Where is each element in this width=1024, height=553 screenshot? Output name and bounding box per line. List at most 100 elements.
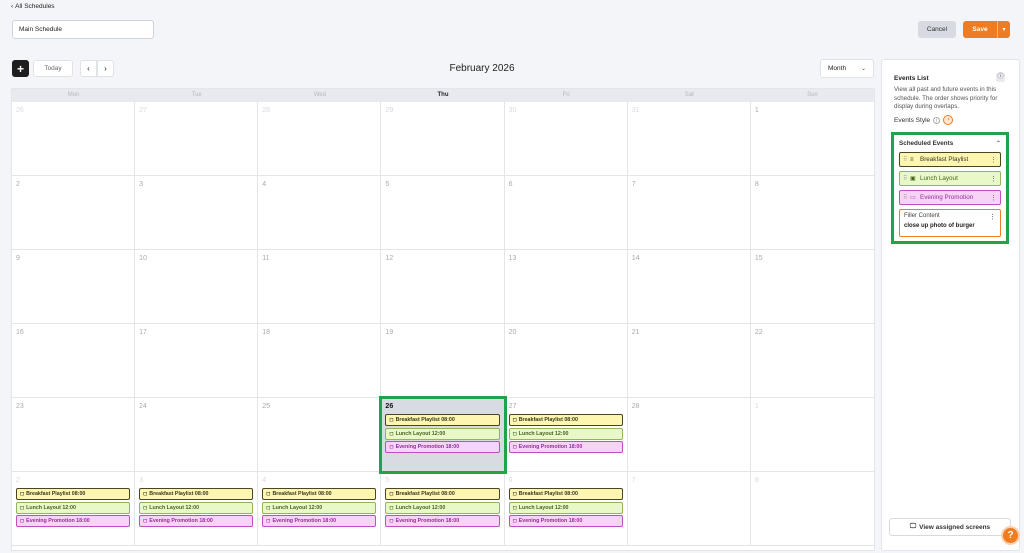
- kebab-menu-icon[interactable]: ⋮: [990, 156, 997, 164]
- back-link[interactable]: ‹ All Schedules: [11, 3, 55, 10]
- day-cell[interactable]: 28: [627, 398, 751, 472]
- save-button[interactable]: Save ▾: [963, 21, 1010, 38]
- calendar-event-label: Lunch Layout 12:00: [395, 430, 446, 437]
- day-cell[interactable]: 14: [627, 250, 751, 324]
- scheduled-events-header[interactable]: Scheduled Events ⌃: [899, 140, 1001, 147]
- save-button-label[interactable]: Save: [963, 21, 998, 38]
- scheduled-event-label: Breakfast Playlist: [920, 156, 969, 163]
- calendar-event[interactable]: ◻ Evening Promotion 18:00: [508, 441, 623, 453]
- day-cell[interactable]: 11: [258, 250, 382, 324]
- day-cell[interactable]: 13: [504, 250, 628, 324]
- calendar-event[interactable]: ◻ Breakfast Playlist 08:00: [508, 488, 623, 500]
- calendar-event[interactable]: ◻ Lunch Layout 12:00: [385, 427, 500, 440]
- events-style-toggle[interactable]: ◔: [943, 115, 954, 125]
- day-cell[interactable]: 31: [627, 102, 751, 176]
- day-cell[interactable]: 3: [135, 176, 259, 250]
- calendar-event-label: Evening Promotion 18:00: [395, 444, 460, 450]
- day-cell[interactable]: 5: [381, 176, 505, 250]
- day-cell[interactable]: 16: [12, 324, 136, 398]
- day-cell[interactable]: 1: [750, 398, 874, 472]
- kebab-menu-icon[interactable]: ⋮: [990, 175, 997, 183]
- calendar-event[interactable]: ◻ Breakfast Playlist 08:00: [16, 488, 131, 500]
- day-cell[interactable]: 27: [135, 102, 259, 176]
- day-cell[interactable]: 6 ◻ Breakfast Playlist 08:00 ◻ Lunch Layout …: [504, 472, 628, 546]
- day-cell[interactable]: 7: [627, 176, 751, 250]
- view-select-value: Month: [828, 65, 847, 72]
- calendar-event[interactable]: ◻ Breakfast Playlist 08:00: [385, 414, 500, 426]
- calendar-event[interactable]: ◻ Evening Promotion 18:00: [139, 515, 254, 527]
- calendar-event[interactable]: ◻ Evening Promotion 18:00: [385, 441, 500, 453]
- next-month-button[interactable]: ›: [97, 60, 114, 77]
- monitor-icon: 🖵: [909, 523, 917, 530]
- day-cell[interactable]: 30: [504, 102, 628, 176]
- day-cell[interactable]: 19: [381, 324, 505, 398]
- previous-month-button[interactable]: ‹: [80, 60, 97, 77]
- more-info-icon[interactable]: ⓘ: [996, 73, 1005, 82]
- info-icon[interactable]: i: [933, 116, 941, 124]
- add-event-button[interactable]: +: [12, 60, 29, 77]
- day-cell[interactable]: 27 ◻ Breakfast Playlist 08:00 ◻ Lunch Layout…: [504, 398, 628, 472]
- day-cell[interactable]: 26 ◻ Breakfast Playlist 08:00 ◻ Lunch Layout…: [379, 396, 507, 474]
- day-cell[interactable]: 2 ◻ Breakfast Playlist 08:00 ◻ Lunch Layout …: [12, 472, 136, 546]
- day-cell[interactable]: 28: [258, 102, 382, 176]
- day-cell[interactable]: 15: [750, 250, 874, 324]
- day-cell[interactable]: 4: [258, 176, 382, 250]
- calendar-event[interactable]: ◻ Breakfast Playlist 08:00: [385, 488, 500, 500]
- filler-content-value: close up photo of burger: [904, 223, 975, 229]
- day-cell[interactable]: 29: [381, 102, 505, 176]
- today-button[interactable]: Today: [33, 60, 73, 77]
- day-cell[interactable]: 17: [135, 324, 259, 398]
- day-cell[interactable]: 5 ◻ Breakfast Playlist 08:00 ◻ Lunch Layout …: [381, 472, 505, 546]
- filler-content-card[interactable]: Filler Content close up photo of burger …: [899, 209, 1001, 237]
- drag-handle-icon[interactable]: ⠿: [903, 175, 910, 182]
- help-button[interactable]: ?: [1001, 526, 1020, 545]
- day-cell[interactable]: 12: [381, 250, 505, 324]
- calendar-event[interactable]: ◻ Evening Promotion 18:00: [508, 515, 623, 527]
- day-cell[interactable]: 9: [12, 250, 136, 324]
- day-cell[interactable]: 6: [504, 176, 628, 250]
- view-assigned-screens-button[interactable]: 🖵 View assigned screens: [889, 518, 1011, 536]
- calendar-event[interactable]: ◻ Breakfast Playlist 08:00: [262, 488, 377, 500]
- chevron-down-icon[interactable]: ▾: [998, 21, 1010, 38]
- kebab-menu-icon[interactable]: ⋮: [990, 194, 997, 202]
- schedule-name-input[interactable]: [12, 20, 154, 39]
- day-cell[interactable]: 24: [135, 398, 259, 472]
- calendar-event[interactable]: ◻ Breakfast Playlist 08:00: [508, 414, 623, 426]
- view-select[interactable]: Month ⌄: [820, 59, 874, 78]
- day-cell[interactable]: 8: [750, 472, 874, 546]
- day-cell[interactable]: 26: [12, 102, 136, 176]
- drag-handle-icon[interactable]: ⠿: [903, 194, 910, 201]
- calendar-event[interactable]: ◻ Breakfast Playlist 08:00: [139, 488, 254, 500]
- day-cell[interactable]: 4 ◻ Breakfast Playlist 08:00 ◻ Lunch Layout …: [258, 472, 382, 546]
- day-cell[interactable]: 2: [12, 176, 136, 250]
- scheduled-event-item[interactable]: ⠿ ▭ Evening Promotion ⋮: [899, 190, 1001, 205]
- day-cell[interactable]: 8: [750, 176, 874, 250]
- calendar-event[interactable]: ◻ Evening Promotion 18:00: [262, 515, 377, 527]
- calendar-event[interactable]: ◻ Lunch Layout 12:00: [508, 501, 623, 514]
- calendar-event-label: Lunch Layout 12:00: [272, 504, 323, 511]
- day-cell[interactable]: 1: [750, 102, 874, 176]
- day-cell[interactable]: 3 ◻ Breakfast Playlist 08:00 ◻ Lunch Layout …: [135, 472, 259, 546]
- cancel-button[interactable]: Cancel: [918, 21, 956, 38]
- calendar-event[interactable]: ◻ Evening Promotion 18:00: [16, 515, 131, 527]
- kebab-menu-icon[interactable]: ⋮: [989, 213, 996, 221]
- calendar-event[interactable]: ◻ Lunch Layout 12:00: [16, 501, 131, 514]
- day-cell[interactable]: 21: [627, 324, 751, 398]
- day-cell[interactable]: 22: [750, 324, 874, 398]
- day-cell[interactable]: 18: [258, 324, 382, 398]
- chevron-up-icon[interactable]: ⌃: [996, 140, 1001, 147]
- calendar-event[interactable]: ◻ Lunch Layout 12:00: [508, 427, 623, 440]
- day-cell[interactable]: 7: [627, 472, 751, 546]
- day-cell[interactable]: 20: [504, 324, 628, 398]
- day-cell[interactable]: 25: [258, 398, 382, 472]
- calendar-event[interactable]: ◻ Lunch Layout 12:00: [385, 501, 500, 514]
- calendar-event[interactable]: ◻ Lunch Layout 12:00: [139, 501, 254, 514]
- calendar-event[interactable]: ◻ Lunch Layout 12:00: [262, 501, 377, 514]
- day-cell[interactable]: 23: [12, 398, 136, 472]
- day-number: 28: [631, 403, 640, 410]
- drag-handle-icon[interactable]: ⠿: [903, 156, 910, 163]
- day-cell[interactable]: 10: [135, 250, 259, 324]
- scheduled-event-item[interactable]: ⠿ ▣ Lunch Layout ⋮: [899, 171, 1001, 186]
- scheduled-event-item[interactable]: ⠿ ≡ Breakfast Playlist ⋮: [899, 152, 1001, 167]
- calendar-event[interactable]: ◻ Evening Promotion 18:00: [385, 515, 500, 527]
